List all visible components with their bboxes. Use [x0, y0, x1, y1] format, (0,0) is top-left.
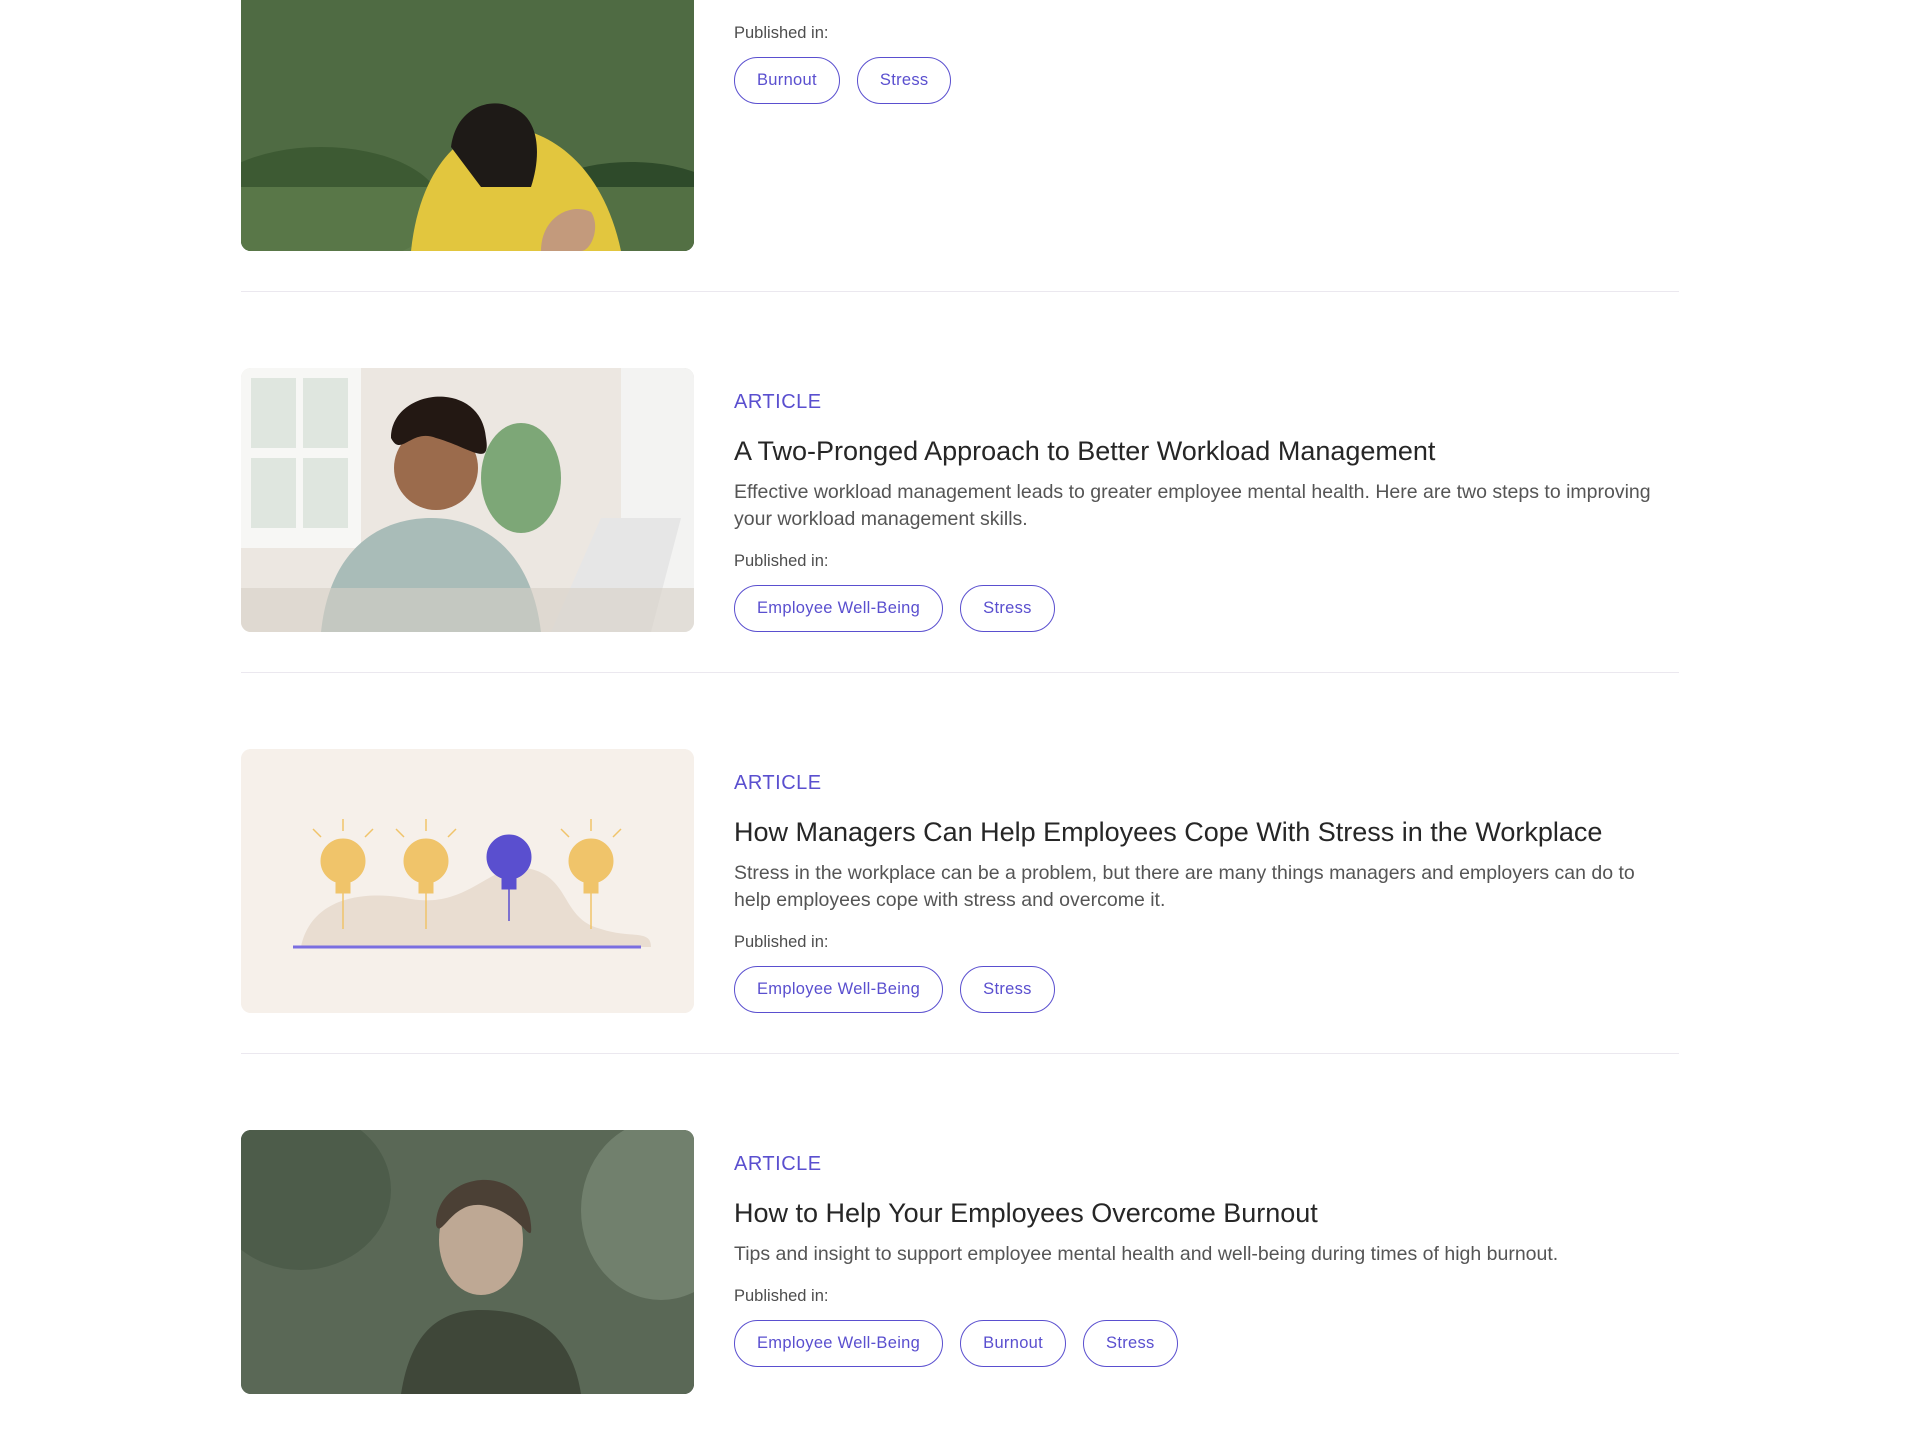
article-content: ARTICLE How to Help Your Employees Overc… — [734, 1152, 1679, 1367]
article-thumbnail[interactable] — [241, 749, 694, 1013]
article-title[interactable]: A Two-Pronged Approach to Better Workloa… — [734, 434, 1679, 468]
tag-burnout[interactable]: Burnout — [960, 1320, 1067, 1367]
tag-employee-well-being[interactable]: Employee Well-Being — [734, 585, 944, 632]
published-label: Published in: — [734, 24, 829, 42]
article-description: Stress in the workplace can be a problem… — [734, 862, 1635, 911]
tag-employee-well-being[interactable]: Employee Well-Being — [734, 1320, 944, 1367]
article-content: Published in: Burnout Stress — [734, 22, 1679, 104]
article-card: ARTICLE How to Help Your Employees Overc… — [241, 1054, 1679, 1435]
tag-list: Employee Well-Being Burnout Stress — [734, 1320, 1679, 1367]
tag-stress[interactable]: Stress — [856, 57, 952, 104]
smiling-woman-laptop-photo — [241, 368, 694, 632]
article-list: Published in: Burnout Stress ARTICLE A T… — [241, 0, 1679, 1435]
article-description: Tips and insight to support employee men… — [734, 1243, 1559, 1265]
woman-window-reflection-photo — [241, 1130, 694, 1394]
lightbulbs-illustration — [241, 749, 694, 1013]
woman-yellow-sweater-photo — [241, 0, 694, 251]
article-title[interactable]: How Managers Can Help Employees Cope Wit… — [734, 815, 1679, 849]
article-thumbnail[interactable] — [241, 1130, 694, 1394]
published-label: Published in: — [734, 552, 829, 570]
article-card: ARTICLE How Managers Can Help Employees … — [241, 673, 1679, 1054]
article-card: ARTICLE A Two-Pronged Approach to Better… — [241, 292, 1679, 673]
tag-list: Burnout Stress — [734, 57, 1679, 104]
article-thumbnail[interactable] — [241, 0, 694, 251]
article-type-label: ARTICLE — [734, 772, 822, 794]
tag-list: Employee Well-Being Stress — [734, 585, 1679, 632]
tag-employee-well-being[interactable]: Employee Well-Being — [734, 966, 944, 1013]
article-thumbnail[interactable] — [241, 368, 694, 632]
published-label: Published in: — [734, 933, 829, 951]
published-label: Published in: — [734, 1287, 829, 1305]
article-type-label: ARTICLE — [734, 391, 822, 413]
article-content: ARTICLE How Managers Can Help Employees … — [734, 771, 1679, 1013]
article-content: ARTICLE A Two-Pronged Approach to Better… — [734, 390, 1679, 632]
tag-burnout[interactable]: Burnout — [734, 57, 840, 104]
tag-stress[interactable]: Stress — [960, 966, 1055, 1013]
article-description: Effective workload management leads to g… — [734, 481, 1651, 530]
article-card: Published in: Burnout Stress — [241, 0, 1679, 292]
tag-stress[interactable]: Stress — [960, 585, 1055, 632]
article-type-label: ARTICLE — [734, 1153, 822, 1175]
article-title[interactable]: How to Help Your Employees Overcome Burn… — [734, 1196, 1679, 1230]
tag-stress[interactable]: Stress — [1083, 1320, 1178, 1367]
tag-list: Employee Well-Being Stress — [734, 966, 1679, 1013]
